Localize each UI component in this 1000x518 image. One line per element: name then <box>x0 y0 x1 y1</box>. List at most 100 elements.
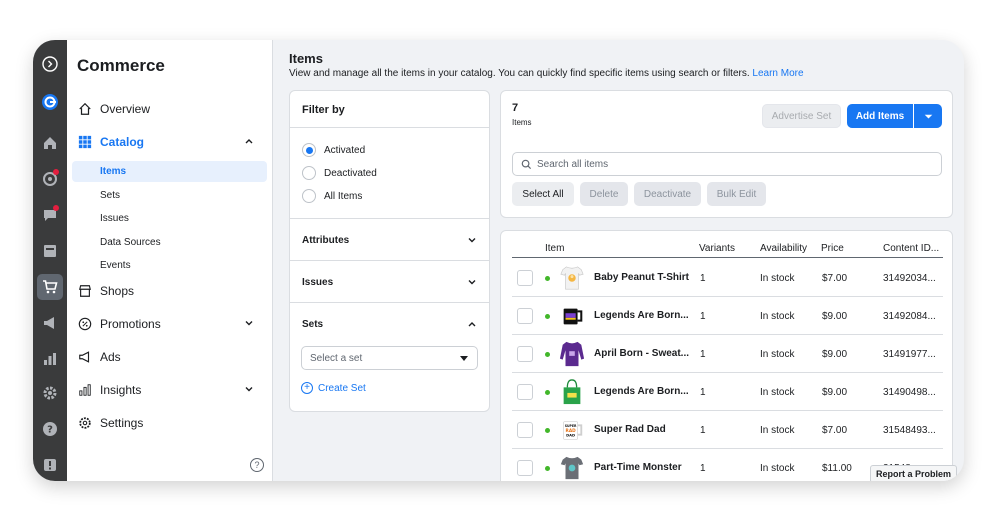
sidebar-item-shops[interactable]: Shops <box>77 280 264 302</box>
sidebar-subitem-data-sources[interactable]: Data Sources <box>72 232 267 253</box>
table-row[interactable]: Legends Are Born... 1 In stock $9.00 314… <box>512 373 943 411</box>
table-row[interactable]: Legends Are Born... 1 In stock $9.00 314… <box>512 297 943 335</box>
column-header-content-id[interactable]: Content ID... <box>883 243 939 254</box>
search-icon <box>521 159 532 173</box>
item-name[interactable]: Legends Are Born... <box>594 386 689 397</box>
delete-button[interactable]: Delete <box>580 182 628 206</box>
divider <box>290 302 489 303</box>
icon-rail: ? <box>33 40 67 481</box>
sidebar-item-promotions[interactable]: Promotions <box>77 313 264 335</box>
item-name[interactable]: Baby Peanut T-Shirt <box>594 272 689 283</box>
gear-outline-icon <box>77 415 93 431</box>
item-count: 7 <box>512 102 519 114</box>
percent-badge-icon <box>77 316 93 332</box>
select-all-button[interactable]: Select All <box>512 182 574 206</box>
gear-icon[interactable] <box>37 380 63 406</box>
bulk-edit-button[interactable]: Bulk Edit <box>707 182 766 206</box>
collapse-toggle-icon[interactable] <box>37 51 63 77</box>
item-name[interactable]: Super Rad Dad <box>594 424 689 435</box>
app-title: Commerce <box>77 56 165 75</box>
sweatshirt-thumbnail-icon <box>558 339 586 369</box>
tote-bag-thumbnail-icon <box>558 377 586 407</box>
report-icon[interactable] <box>37 452 63 478</box>
chevron-down-icon <box>244 317 254 331</box>
filter-option-activated[interactable]: Activated <box>302 142 365 158</box>
add-items-menu-button[interactable] <box>914 104 942 128</box>
chevron-up-icon <box>244 135 254 149</box>
row-checkbox[interactable] <box>517 460 533 476</box>
item-price: $7.00 <box>822 425 848 436</box>
item-price: $9.00 <box>822 311 848 322</box>
sets-section-toggle[interactable]: Sets <box>302 317 477 331</box>
deactivate-button[interactable]: Deactivate <box>634 182 701 206</box>
caret-down-icon <box>924 114 932 118</box>
business-logo-icon[interactable] <box>37 89 63 115</box>
select-set-dropdown[interactable]: Select a set <box>301 346 478 370</box>
filter-option-deactivated[interactable]: Deactivated <box>302 165 377 181</box>
help-icon[interactable]: ? <box>37 416 63 442</box>
item-name[interactable]: Legends Are Born... <box>594 310 689 321</box>
activity-icon[interactable] <box>37 166 63 192</box>
item-price: $9.00 <box>822 387 848 398</box>
table-row[interactable]: April Born - Sweat... 1 In stock $9.00 3… <box>512 335 943 373</box>
sidebar-item-ads[interactable]: Ads <box>77 346 264 368</box>
filter-option-all-items[interactable]: All Items <box>302 188 362 204</box>
row-checkbox[interactable] <box>517 422 533 438</box>
radio-icon <box>302 166 316 180</box>
item-content-id: 31490498... <box>883 387 936 398</box>
sidebar-subitem-events[interactable]: Events <box>72 255 267 276</box>
sidebar-item-overview[interactable]: Overview <box>77 98 264 120</box>
thumb-text-line: SUPER <box>565 424 577 428</box>
section-label: Attributes <box>302 234 350 246</box>
item-availability: In stock <box>760 349 795 360</box>
column-header-availability[interactable]: Availability <box>760 243 807 254</box>
add-items-button[interactable]: Add Items <box>847 104 913 128</box>
sidebar-item-insights[interactable]: Insights <box>77 379 264 401</box>
sidebar-item-catalog[interactable]: Catalog <box>77 131 264 153</box>
active-status-dot <box>545 314 550 319</box>
item-variants: 1 <box>700 349 706 360</box>
column-header-price[interactable]: Price <box>821 243 844 254</box>
create-set-label: Create Set <box>318 382 366 394</box>
advertise-set-button[interactable]: Advertise Set <box>762 104 841 128</box>
pages-icon[interactable] <box>37 238 63 264</box>
attributes-section-toggle[interactable]: Attributes <box>302 233 477 247</box>
learn-more-link[interactable]: Learn More <box>752 68 803 79</box>
column-header-variants[interactable]: Variants <box>699 243 735 254</box>
megaphone-icon[interactable] <box>37 310 63 336</box>
help-button[interactable]: ? <box>250 458 264 472</box>
home-icon[interactable] <box>37 130 63 156</box>
header-divider <box>512 257 943 258</box>
row-checkbox[interactable] <box>517 308 533 324</box>
sidebar-subitem-items[interactable]: Items <box>72 161 267 182</box>
section-label: Sets <box>302 318 324 330</box>
row-checkbox[interactable] <box>517 270 533 286</box>
page-description-text: View and manage all the items in your ca… <box>289 68 750 79</box>
row-checkbox[interactable] <box>517 346 533 362</box>
messages-icon[interactable] <box>37 202 63 228</box>
sidebar-subitem-issues[interactable]: Issues <box>72 208 267 229</box>
home-outline-icon <box>77 101 93 117</box>
bar-chart-icon[interactable] <box>37 346 63 372</box>
sidebar-subitem-sets[interactable]: Sets <box>72 185 267 206</box>
table-row[interactable]: Baby Peanut T-Shirt 1 In stock $7.00 314… <box>512 259 943 297</box>
item-availability: In stock <box>760 425 795 436</box>
row-checkbox[interactable] <box>517 384 533 400</box>
issues-section-toggle[interactable]: Issues <box>302 275 477 289</box>
item-name[interactable]: Part-Time Monster <box>594 462 689 473</box>
app-window: ? Commerce Overview Catalog Items Sets I… <box>33 40 964 481</box>
filter-option-label: Activated <box>324 144 366 156</box>
cart-icon[interactable] <box>37 274 63 300</box>
item-name[interactable]: April Born - Sweat... <box>594 348 689 359</box>
item-price: $9.00 <box>822 349 848 360</box>
search-placeholder: Search all items <box>537 158 609 170</box>
tshirt-thumbnail-icon <box>558 453 586 481</box>
plus-circle-icon: + <box>301 382 313 394</box>
create-set-link[interactable]: + Create Set <box>301 382 366 394</box>
column-header-item[interactable]: Item <box>545 243 564 254</box>
table-row[interactable]: SUPER RAD DAD Super Rad Dad 1 In stock $7.… <box>512 411 943 449</box>
sidebar-item-settings[interactable]: Settings <box>77 412 264 434</box>
report-problem-button[interactable]: Report a Problem <box>870 465 958 481</box>
search-input[interactable]: Search all items <box>512 152 942 176</box>
active-status-dot <box>545 352 550 357</box>
